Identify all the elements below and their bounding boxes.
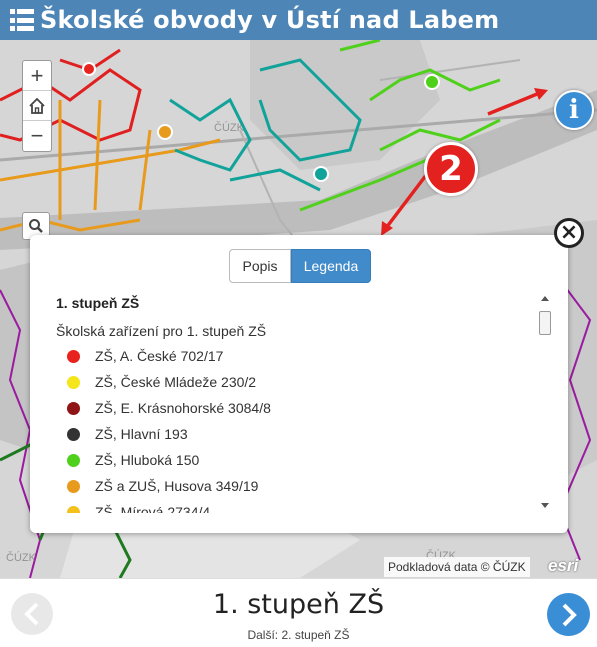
legend-item-label: ZŠ, České Mládeže 230/2 bbox=[95, 374, 257, 390]
legend-list: 1. stupeň ZŠ Školská zařízení pro 1. stu… bbox=[56, 295, 534, 513]
home-button[interactable] bbox=[23, 91, 51, 121]
footer-title: 1. stupeň ZŠ bbox=[212, 589, 385, 620]
app-title: Školské obvody v Ústí nad Labem bbox=[40, 6, 500, 34]
legend-color-dot bbox=[67, 427, 80, 441]
close-panel-button[interactable]: × bbox=[554, 218, 584, 248]
panel-tabs: Popis Legenda bbox=[229, 249, 371, 283]
scroll-down-icon[interactable] bbox=[541, 503, 549, 508]
zoom-in-button[interactable]: + bbox=[23, 61, 51, 91]
legend-item-label: ZŠ, A. České 702/17 bbox=[95, 348, 224, 364]
legend-item: ZŠ, E. Krásnohorské 3084/8 bbox=[56, 395, 534, 421]
legend-color-dot bbox=[67, 375, 80, 389]
tab-legenda[interactable]: Legenda bbox=[291, 249, 371, 283]
legend-color-dot bbox=[67, 479, 80, 493]
scrollbar-thumb[interactable] bbox=[539, 311, 551, 335]
scroll-up-icon[interactable] bbox=[541, 296, 549, 301]
legend-section-subtitle: Školská zařízení pro 1. stupeň ZŠ bbox=[56, 323, 267, 339]
legend-item-label: ZŠ, E. Krásnohorské 3084/8 bbox=[95, 400, 271, 416]
cuzk-watermark: ČÚZK bbox=[214, 122, 244, 134]
legend-item: ZŠ, Hlavní 193 bbox=[56, 421, 534, 447]
legend-item: ZŠ, Hluboká 150 bbox=[56, 447, 534, 473]
legend-item-label: ZŠ, Hlavní 193 bbox=[95, 426, 188, 442]
next-button[interactable] bbox=[547, 593, 590, 636]
search-icon bbox=[29, 219, 43, 233]
legend-scrollbar[interactable] bbox=[538, 293, 552, 511]
legend-item-label: ZŠ a ZUŠ, Husova 349/19 bbox=[95, 478, 259, 494]
tab-popis[interactable]: Popis bbox=[229, 249, 291, 283]
map-attribution: Podkladová data © ČÚZK bbox=[384, 557, 530, 577]
chevron-right-icon bbox=[562, 603, 577, 626]
info-button[interactable]: i bbox=[554, 90, 594, 130]
legend-section-title: 1. stupeň ZŠ bbox=[56, 295, 140, 311]
legend-item: ZŠ, Mírová 2734/4 bbox=[56, 499, 534, 513]
legend-color-dot bbox=[67, 401, 80, 415]
app-header: Školské obvody v Ústí nad Labem bbox=[0, 0, 597, 40]
step-callout-badge: 2 bbox=[424, 142, 478, 196]
legend-item: ZŠ, A. České 702/17 bbox=[56, 343, 534, 369]
footer-bar: 1. stupeň ZŠ Další: 2. stupeň ZŠ bbox=[0, 578, 597, 647]
esri-logo: esri bbox=[548, 556, 579, 575]
legend-color-dot bbox=[67, 505, 80, 513]
legend-color-dot bbox=[67, 349, 80, 363]
legend-item-label: ZŠ, Mírová 2734/4 bbox=[95, 504, 211, 513]
legend-item: ZŠ a ZUŠ, Husova 349/19 bbox=[56, 473, 534, 499]
zoom-controls: + − bbox=[22, 60, 52, 152]
cuzk-watermark: ČÚZK bbox=[6, 552, 36, 564]
legend-color-dot bbox=[67, 453, 80, 467]
zoom-out-button[interactable]: − bbox=[23, 121, 51, 151]
info-panel: Popis Legenda 1. stupeň ZŠ Školská zaříz… bbox=[30, 235, 568, 533]
legend-item: ZŠ, České Mládeže 230/2 bbox=[56, 369, 534, 395]
menu-list-icon[interactable] bbox=[10, 9, 34, 31]
legend-item-label: ZŠ, Hluboká 150 bbox=[95, 452, 200, 468]
next-section-label: Další: 2. stupeň ZŠ bbox=[247, 628, 350, 642]
home-icon bbox=[29, 97, 45, 114]
